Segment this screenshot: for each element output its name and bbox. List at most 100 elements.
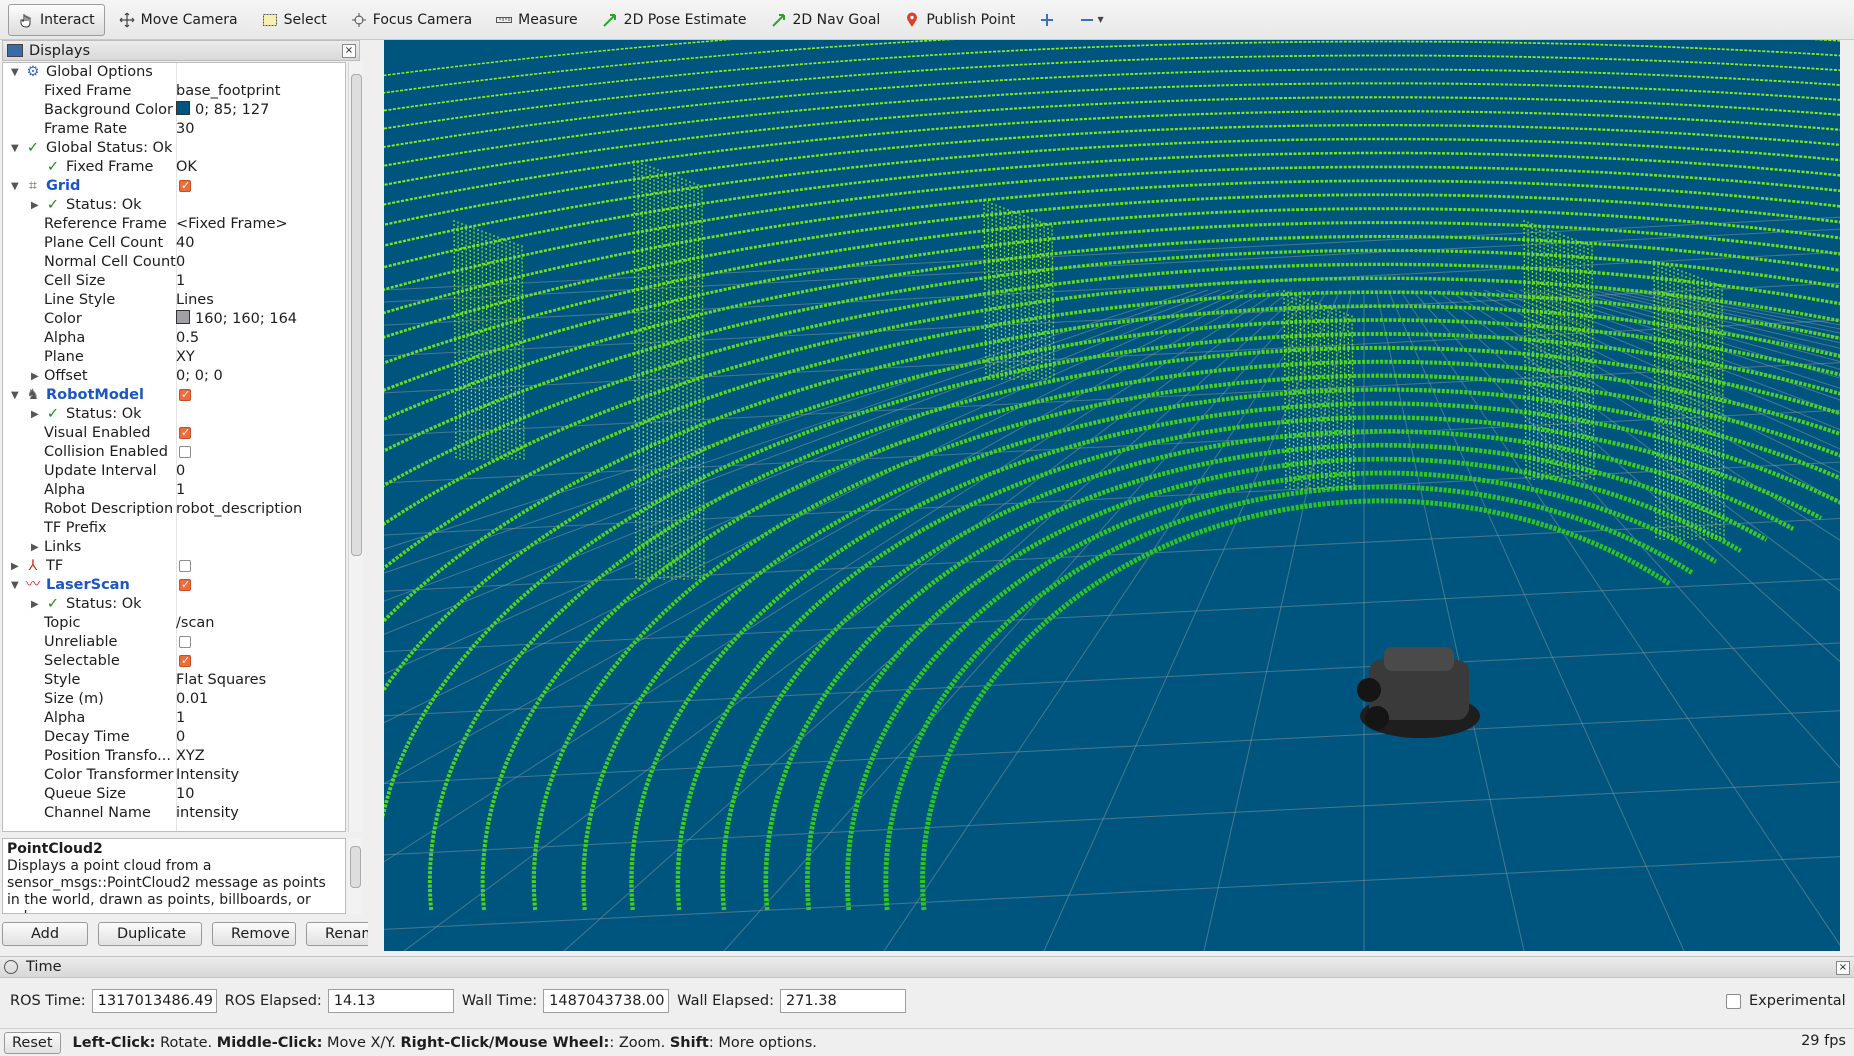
tree-row-fixed-frame[interactable]: Fixed Frame base_footprint xyxy=(3,82,345,101)
experimental-toggle[interactable]: Experimental xyxy=(1726,993,1846,1009)
pose-estimate-tool-button[interactable]: 2D Pose Estimate xyxy=(592,4,757,36)
tree-row-cell-size[interactable]: Cell Size 1 xyxy=(3,272,345,291)
tree-row-plane[interactable]: Plane XY xyxy=(3,348,345,367)
background-color-value[interactable]: 0; 85; 127 xyxy=(176,101,269,120)
tree-row-links[interactable]: ▶ Links xyxy=(3,538,345,557)
remove-tool-menu-button[interactable]: ▼ xyxy=(1069,4,1113,36)
tree-row-position-transformer[interactable]: Position Transfo... XYZ xyxy=(3,747,345,766)
focus-camera-tool-button[interactable]: Focus Camera xyxy=(341,4,482,36)
duplicate-button[interactable]: Duplicate xyxy=(98,922,202,946)
tree-row-selectable[interactable]: Selectable xyxy=(3,651,345,671)
tree-row-robot-model[interactable]: ▼ ♞ RobotModel xyxy=(3,385,345,405)
laser-alpha-value[interactable]: 1 xyxy=(176,709,185,728)
collision-enabled-checkbox[interactable] xyxy=(179,446,191,458)
expand-arrow-icon[interactable]: ▶ xyxy=(31,367,41,386)
tree-row-unreliable[interactable]: Unreliable xyxy=(3,633,345,652)
tree-row-size[interactable]: Size (m) 0.01 xyxy=(3,690,345,709)
interact-tool-button[interactable]: Interact xyxy=(8,3,105,36)
grid-enabled-checkbox[interactable] xyxy=(179,176,191,195)
tree-row-topic[interactable]: Topic /scan xyxy=(3,614,345,633)
move-camera-tool-button[interactable]: Move Camera xyxy=(109,4,248,36)
robot-description-value[interactable]: robot_description xyxy=(176,500,302,519)
expand-arrow-icon[interactable]: ▼ xyxy=(11,386,21,405)
offset-value[interactable]: 0; 0; 0 xyxy=(176,367,223,386)
point-cloud-scene[interactable] xyxy=(384,40,1840,951)
displays-scrollbar[interactable] xyxy=(348,62,363,832)
tree-row-global-status[interactable]: ▼ ✓ Global Status: Ok xyxy=(3,139,345,158)
line-style-value[interactable]: Lines xyxy=(176,291,214,310)
tree-row-style[interactable]: Style Flat Squares xyxy=(3,671,345,690)
visual-enabled-checkbox[interactable] xyxy=(179,423,191,442)
update-interval-value[interactable]: 0 xyxy=(176,462,185,481)
expand-arrow-icon[interactable]: ▶ xyxy=(31,405,41,424)
wall-elapsed-field[interactable]: 271.38 xyxy=(779,989,906,1013)
add-tool-button[interactable] xyxy=(1029,4,1065,36)
tree-row-visual-enabled[interactable]: Visual Enabled xyxy=(3,423,345,443)
tree-row-offset[interactable]: ▶ Offset 0; 0; 0 xyxy=(3,367,345,386)
position-transformer-value[interactable]: XYZ xyxy=(176,747,205,766)
measure-tool-button[interactable]: Measure xyxy=(486,4,588,36)
normal-cell-count-value[interactable]: 0 xyxy=(176,253,185,272)
view-splitter-left[interactable] xyxy=(368,40,384,951)
close-icon[interactable]: × xyxy=(1836,961,1850,975)
expand-arrow-icon[interactable]: ▶ xyxy=(31,595,41,614)
render-3d-view[interactable] xyxy=(384,40,1840,951)
reset-button[interactable]: Reset xyxy=(4,1031,61,1054)
tree-row-line-style[interactable]: Line Style Lines xyxy=(3,291,345,310)
nav-goal-tool-button[interactable]: 2D Nav Goal xyxy=(761,4,891,36)
close-icon[interactable]: × xyxy=(342,44,356,58)
publish-point-tool-button[interactable]: Publish Point xyxy=(894,4,1025,36)
tf-enabled-checkbox[interactable] xyxy=(179,560,191,572)
tree-row-collision-enabled[interactable]: Collision Enabled xyxy=(3,443,345,462)
tree-row-robot-description[interactable]: Robot Description robot_description xyxy=(3,500,345,519)
select-tool-button[interactable]: Select xyxy=(252,4,337,36)
tree-row-color[interactable]: Color 160; 160; 164 xyxy=(3,310,345,329)
channel-name-value[interactable]: intensity xyxy=(176,804,239,823)
tree-row-status-fixed-frame[interactable]: ✓ Fixed Frame OK xyxy=(3,158,345,177)
reference-frame-value[interactable]: <Fixed Frame> xyxy=(176,215,288,234)
tree-row-update-interval[interactable]: Update Interval 0 xyxy=(3,462,345,481)
tree-row-global-options[interactable]: ▼ ⚙ Global Options xyxy=(3,63,345,82)
scrollbar-thumb[interactable] xyxy=(350,846,361,888)
tree-row-background-color[interactable]: Background Color 0; 85; 127 xyxy=(3,101,345,120)
unreliable-checkbox[interactable] xyxy=(179,636,191,648)
size-value[interactable]: 0.01 xyxy=(176,690,208,709)
selectable-checkbox[interactable] xyxy=(179,651,191,670)
tree-row-channel-name[interactable]: Channel Name intensity xyxy=(3,804,345,823)
tree-row-reference-frame[interactable]: Reference Frame <Fixed Frame> xyxy=(3,215,345,234)
tree-row-grid[interactable]: ▼ ⌗ Grid xyxy=(3,176,345,196)
tree-row-alpha[interactable]: Alpha 0.5 xyxy=(3,329,345,348)
decay-time-value[interactable]: 0 xyxy=(176,728,185,747)
style-value[interactable]: Flat Squares xyxy=(176,671,266,690)
expand-arrow-icon[interactable]: ▶ xyxy=(11,557,21,576)
tree-row-grid-status[interactable]: ▶ ✓ Status: Ok xyxy=(3,196,345,215)
expand-arrow-icon[interactable]: ▶ xyxy=(31,538,41,557)
tree-row-normal-cell-count[interactable]: Normal Cell Count 0 xyxy=(3,253,345,272)
expand-arrow-icon[interactable]: ▼ xyxy=(11,576,21,595)
tree-row-robot-alpha[interactable]: Alpha 1 xyxy=(3,481,345,500)
laserscan-enabled-checkbox[interactable] xyxy=(179,575,191,594)
description-scrollbar[interactable] xyxy=(348,838,362,914)
tree-row-decay-time[interactable]: Decay Time 0 xyxy=(3,728,345,747)
topic-value[interactable]: /scan xyxy=(176,614,215,633)
tree-row-laserscan-status[interactable]: ▶ ✓ Status: Ok xyxy=(3,595,345,614)
remove-button[interactable]: Remove xyxy=(212,922,296,946)
tree-row-queue-size[interactable]: Queue Size 10 xyxy=(3,785,345,804)
frame-rate-value[interactable]: 30 xyxy=(176,120,194,139)
expand-arrow-icon[interactable]: ▶ xyxy=(31,196,41,215)
tree-row-tf-prefix[interactable]: TF Prefix xyxy=(3,519,345,538)
robot-model-enabled-checkbox[interactable] xyxy=(179,385,191,404)
tree-row-tf[interactable]: ▶ ⅄ TF xyxy=(3,557,345,576)
ros-elapsed-field[interactable]: 14.13 xyxy=(327,989,454,1013)
tree-row-laser-alpha[interactable]: Alpha 1 xyxy=(3,709,345,728)
color-transformer-value[interactable]: Intensity xyxy=(176,766,239,785)
cell-size-value[interactable]: 1 xyxy=(176,272,185,291)
fixed-frame-value[interactable]: base_footprint xyxy=(176,82,280,101)
tree-row-robot-model-status[interactable]: ▶ ✓ Status: Ok xyxy=(3,405,345,424)
experimental-checkbox[interactable] xyxy=(1726,993,1741,1009)
grid-color-value[interactable]: 160; 160; 164 xyxy=(176,310,297,329)
queue-size-value[interactable]: 10 xyxy=(176,785,194,804)
add-button[interactable]: Add xyxy=(2,922,88,946)
view-splitter-right[interactable] xyxy=(1840,40,1854,951)
expand-arrow-icon[interactable]: ▼ xyxy=(11,139,21,158)
